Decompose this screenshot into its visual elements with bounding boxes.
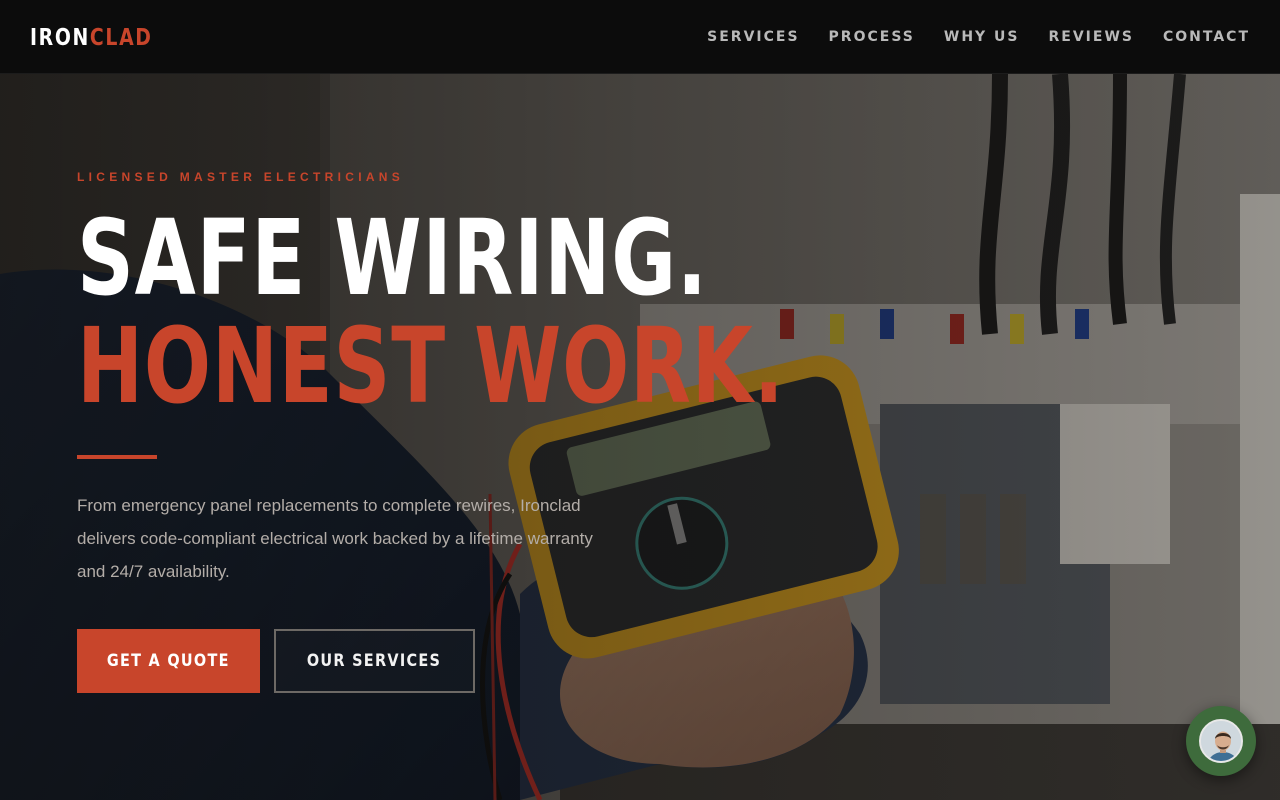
get-quote-button[interactable]: GET A QUOTE <box>77 629 260 693</box>
nav-reviews[interactable]: REVIEWS <box>1049 28 1134 46</box>
brand-name-part1: IRON <box>30 25 90 51</box>
chat-avatar-icon <box>1199 719 1243 763</box>
get-quote-label: GET A QUOTE <box>107 651 230 671</box>
headline-line2: HONEST WORK. <box>77 305 785 427</box>
our-services-button[interactable]: OUR SERVICES <box>274 629 475 693</box>
nav-contact[interactable]: CONTACT <box>1163 28 1250 46</box>
nav-process[interactable]: PROCESS <box>829 28 915 46</box>
chat-widget-button[interactable] <box>1186 706 1256 776</box>
hero-eyebrow: LICENSED MASTER ELECTRICIANS <box>77 170 405 184</box>
hero-description: From emergency panel replacements to com… <box>77 496 593 581</box>
nav-why-us[interactable]: WHY US <box>944 28 1020 46</box>
site-header: IRONCLAD SERVICES PROCESS WHY US REVIEWS… <box>0 0 1280 74</box>
brand-logo[interactable]: IRONCLAD <box>30 24 153 52</box>
accent-divider <box>77 455 157 459</box>
nav-services[interactable]: SERVICES <box>707 28 799 46</box>
hero-headline: SAFE WIRING. HONEST WORK. <box>77 197 785 427</box>
headline-line1: SAFE WIRING. <box>77 197 708 319</box>
main-nav: SERVICES PROCESS WHY US REVIEWS CONTACT <box>707 28 1250 46</box>
brand-name-part2: CLAD <box>89 25 153 51</box>
our-services-label: OUR SERVICES <box>307 651 442 671</box>
